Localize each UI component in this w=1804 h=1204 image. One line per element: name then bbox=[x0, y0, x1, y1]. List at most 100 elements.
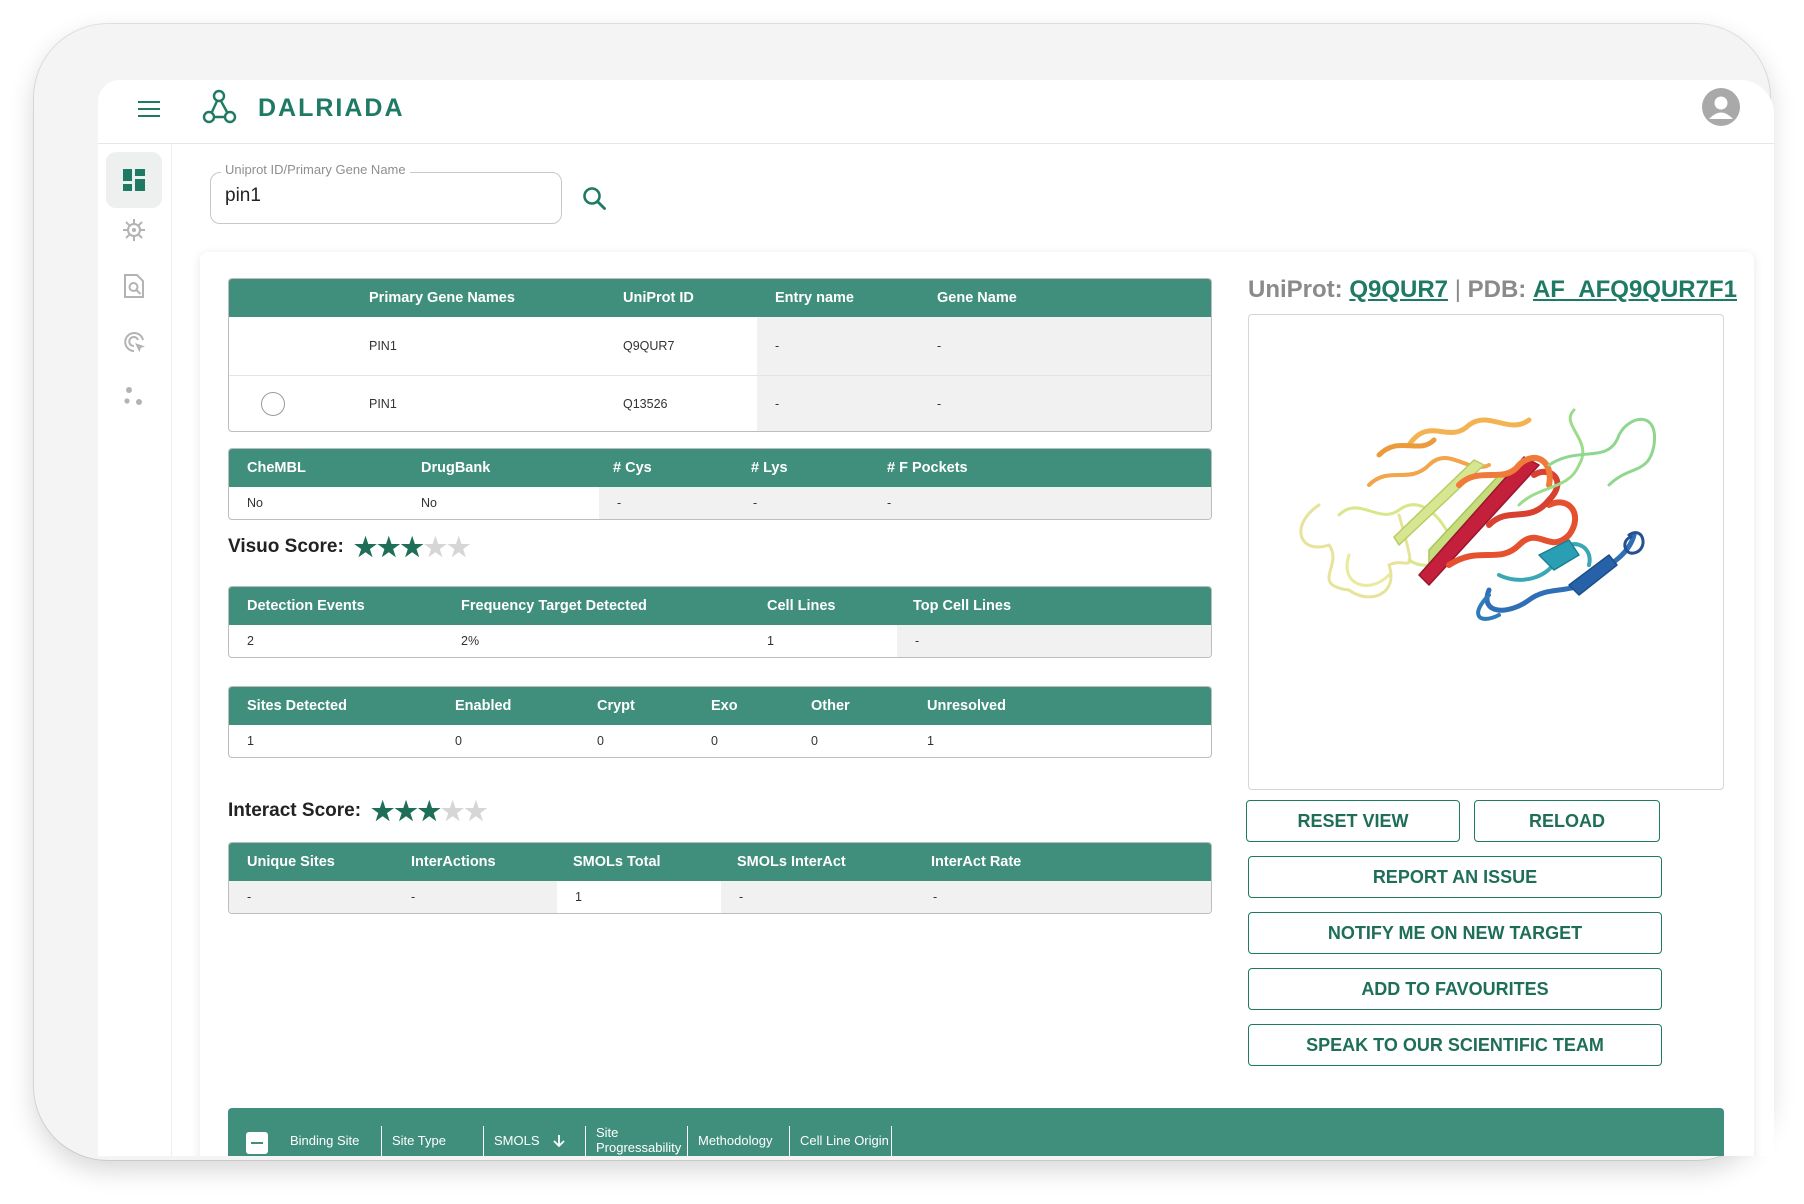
table-cell: No bbox=[247, 496, 263, 510]
table-cell: 1 bbox=[247, 734, 254, 748]
nav-targets[interactable] bbox=[106, 202, 162, 258]
table-cell: PIN1 bbox=[369, 339, 397, 353]
nav-network[interactable] bbox=[106, 368, 162, 424]
detection-table: Detection Events Frequency Target Detect… bbox=[228, 586, 1212, 658]
column-header[interactable]: Methodology bbox=[688, 1126, 790, 1156]
nav-search-docs[interactable] bbox=[106, 258, 162, 314]
reset-view-button[interactable]: RESET VIEW bbox=[1246, 800, 1460, 842]
star-icon: ★ bbox=[394, 796, 418, 826]
column-header: Exo bbox=[711, 698, 738, 714]
add-favourites-button[interactable]: ADD TO FAVOURITES bbox=[1248, 968, 1662, 1010]
table-row: 2 2% 1 - bbox=[229, 625, 1211, 657]
user-avatar-icon[interactable] bbox=[1702, 88, 1740, 126]
report-issue-button[interactable]: REPORT AN ISSUE bbox=[1248, 856, 1662, 898]
table-cell: - bbox=[775, 397, 780, 411]
nav-binding-sites[interactable] bbox=[106, 314, 162, 370]
brand-name: DALRIADA bbox=[258, 94, 405, 122]
table-cell: - bbox=[411, 890, 416, 904]
column-header: Top Cell Lines bbox=[913, 598, 1012, 614]
sort-arrow-down-icon bbox=[552, 1135, 565, 1148]
virus-icon bbox=[123, 219, 145, 241]
star-icon: ★ bbox=[400, 532, 424, 562]
column-header-smols[interactable]: SMOLS bbox=[484, 1126, 586, 1156]
table-row: - - 1 - - bbox=[229, 881, 1211, 913]
column-header[interactable]: Cell Line Origin bbox=[790, 1126, 892, 1156]
column-header: Unique Sites bbox=[247, 854, 335, 870]
search-field[interactable]: Uniprot ID/Primary Gene Name bbox=[210, 162, 562, 224]
dots-cluster-icon bbox=[124, 387, 142, 405]
app-screen: DALRIADA Uniprot ID/Primary Gene Name pi… bbox=[98, 80, 1774, 1156]
table-cell: 1 bbox=[575, 890, 582, 904]
table-cell: - bbox=[775, 339, 780, 353]
id-separator: | bbox=[1454, 276, 1461, 303]
sites-table: Sites Detected Enabled Crypt Exo Other U… bbox=[228, 686, 1212, 758]
column-header[interactable]: Site Type bbox=[382, 1126, 484, 1156]
target-cursor-icon bbox=[124, 332, 145, 353]
uniprot-label: UniProt: bbox=[1248, 276, 1343, 303]
side-nav bbox=[98, 144, 172, 1156]
search-icon[interactable] bbox=[580, 184, 610, 214]
column-header: DrugBank bbox=[421, 460, 491, 476]
column-header: SMOLs Total bbox=[573, 854, 661, 870]
table-cell: - bbox=[887, 496, 892, 510]
table-cell: - bbox=[937, 397, 942, 411]
table-header: Sites Detected Enabled Crypt Exo Other U… bbox=[229, 687, 1211, 725]
column-header: Frequency Target Detected bbox=[461, 598, 647, 614]
dalriada-logo-icon bbox=[202, 89, 237, 124]
column-header[interactable]: Binding Site bbox=[280, 1126, 382, 1156]
table-header: Unique Sites InterActions SMOLs Total SM… bbox=[229, 843, 1211, 881]
table-cell: 0 bbox=[711, 734, 718, 748]
column-header: # F Pockets bbox=[887, 460, 968, 476]
dashboard-icon bbox=[123, 169, 145, 191]
column-header: Gene Name bbox=[937, 290, 1017, 306]
table-cell: - bbox=[933, 890, 938, 904]
visuo-score-stars: ★ ★ ★ ★ ★ bbox=[354, 534, 471, 560]
column-header: SMOLs InterAct bbox=[737, 854, 846, 870]
column-header: Sites Detected bbox=[247, 698, 347, 714]
column-header-label: SMOLS bbox=[494, 1132, 540, 1148]
menu-icon[interactable] bbox=[138, 101, 160, 119]
app-header: DALRIADA bbox=[98, 80, 1774, 144]
table-cell: 1 bbox=[767, 634, 774, 648]
column-header: CheMBL bbox=[247, 460, 306, 476]
interact-score-label: Interact Score: bbox=[228, 800, 362, 821]
star-icon: ★ bbox=[377, 532, 401, 562]
structure-viewer[interactable] bbox=[1248, 314, 1724, 790]
pdb-label: PDB: bbox=[1467, 276, 1527, 303]
table-cell: 0 bbox=[811, 734, 818, 748]
table-row: No No - - - bbox=[229, 487, 1211, 519]
column-header[interactable]: Site Progressability bbox=[586, 1125, 688, 1156]
table-cell: 2% bbox=[461, 634, 480, 648]
table-cell: 0 bbox=[597, 734, 604, 748]
table-row[interactable]: PIN1 Q13526 - - bbox=[229, 375, 1211, 431]
notify-button[interactable]: NOTIFY ME ON NEW TARGET bbox=[1248, 912, 1662, 954]
table-row[interactable]: PIN1 Q9QUR7 - - bbox=[229, 317, 1211, 375]
search-input[interactable] bbox=[225, 185, 545, 207]
column-header: # Cys bbox=[613, 460, 652, 476]
pdb-link[interactable]: AF_AFQ9QUR7F1 bbox=[1533, 276, 1737, 303]
table-cell: PIN1 bbox=[369, 397, 397, 411]
database-table: CheMBL DrugBank # Cys # Lys # F Pockets … bbox=[228, 448, 1212, 520]
column-header: Entry name bbox=[775, 290, 854, 306]
table-row: 1 0 0 0 0 1 bbox=[229, 725, 1211, 757]
visuo-score-label: Visuo Score: bbox=[228, 536, 344, 557]
interact-table: Unique Sites InterActions SMOLs Total SM… bbox=[228, 842, 1212, 914]
table-cell: - bbox=[937, 339, 942, 353]
table-header: Primary Gene Names UniProt ID Entry name… bbox=[229, 279, 1211, 317]
star-icon: ★ bbox=[440, 796, 465, 826]
target-detail-panel: Primary Gene Names UniProt ID Entry name… bbox=[200, 252, 1754, 1156]
interact-score-stars: ★ ★ ★ ★ ★ bbox=[371, 798, 488, 824]
gene-table: Primary Gene Names UniProt ID Entry name… bbox=[228, 278, 1212, 432]
visuo-score: Visuo Score: ★ ★ ★ ★ ★ bbox=[228, 534, 470, 560]
table-cell: Q9QUR7 bbox=[623, 339, 675, 353]
row-select-radio[interactable] bbox=[261, 392, 285, 416]
speak-to-team-button[interactable]: SPEAK TO OUR SCIENTIFIC TEAM bbox=[1248, 1024, 1662, 1066]
table-cell: Q13526 bbox=[623, 397, 668, 411]
nav-dashboard[interactable] bbox=[106, 152, 162, 208]
table-cell: 2 bbox=[247, 634, 254, 648]
select-all-checkbox[interactable] bbox=[246, 1132, 268, 1154]
table-cell: 0 bbox=[455, 734, 462, 748]
uniprot-link[interactable]: Q9QUR7 bbox=[1349, 276, 1448, 303]
table-cell: No bbox=[421, 496, 437, 510]
reload-button[interactable]: RELOAD bbox=[1474, 800, 1660, 842]
